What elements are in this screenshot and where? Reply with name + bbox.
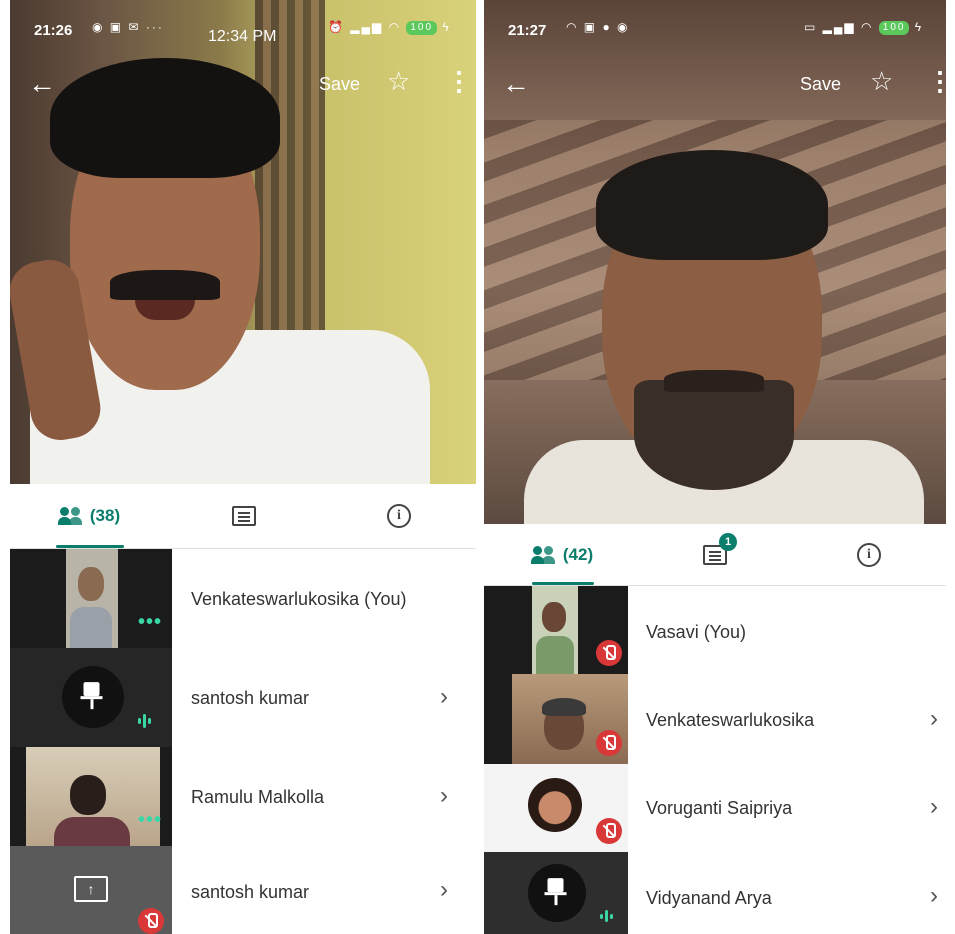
info-icon: i bbox=[857, 542, 881, 567]
top-action-bar: ← Save ☆ ⋮ bbox=[484, 64, 946, 104]
status-time: 21:27 bbox=[508, 22, 547, 39]
more-vert-icon[interactable]: ⋮ bbox=[446, 66, 472, 97]
audio-level-icon bbox=[600, 910, 613, 922]
participant-thumbnail: ••• bbox=[10, 549, 172, 648]
avatar bbox=[528, 778, 582, 832]
participant-name: Venkateswarlukosika (You) bbox=[191, 589, 407, 609]
people-count: (38) bbox=[89, 506, 121, 525]
star-icon[interactable]: ☆ bbox=[387, 66, 410, 97]
right-phone-screen: 21:27 ◠ ▣ ● ◉ ▭ ▂▄▆ ◠ 100 ϟ ← Save ☆ ⋮ (… bbox=[484, 0, 946, 934]
participant-thumbnail bbox=[484, 586, 628, 674]
present-icon: ↑ bbox=[74, 876, 108, 902]
tab-bar: (42) 1 i bbox=[484, 524, 946, 586]
active-tab-indicator bbox=[56, 545, 124, 548]
audio-level-icon bbox=[138, 714, 151, 728]
status-clock: 12:34 PM bbox=[208, 28, 277, 45]
tab-chat[interactable]: 1 bbox=[638, 524, 792, 585]
active-tab-indicator bbox=[532, 582, 594, 585]
chat-icon bbox=[232, 506, 256, 526]
signal-wifi-icons: ▭ ▂▄▆ ◠ 100 ϟ bbox=[804, 20, 924, 35]
speaking-dots-icon: ••• bbox=[138, 809, 163, 831]
chevron-right-icon[interactable]: › bbox=[440, 683, 448, 711]
more-vert-icon[interactable]: ⋮ bbox=[927, 66, 946, 97]
notification-icons: ◉ ▣ ✉ ··· bbox=[92, 20, 164, 34]
participant-row[interactable]: Voruganti Saipriya › bbox=[484, 764, 946, 852]
main-video-feed: 21:27 ◠ ▣ ● ◉ ▭ ▂▄▆ ◠ 100 ϟ ← Save ☆ ⋮ bbox=[484, 0, 946, 524]
notification-icons: ◠ ▣ ● ◉ bbox=[566, 20, 630, 34]
back-arrow-icon[interactable]: ← bbox=[28, 64, 56, 104]
people-count: (42) bbox=[562, 544, 594, 564]
participant-thumbnail: ↑ bbox=[10, 846, 172, 934]
participant-name: santosh kumar bbox=[191, 882, 310, 902]
main-video-feed: 21:26 ◉ ▣ ✉ ··· 12:34 PM ⏰ ▂▄▆ ◠ 100 ϟ ←… bbox=[10, 0, 476, 484]
tab-bar: (38) i bbox=[10, 484, 476, 549]
left-phone-screen: 21:26 ◉ ▣ ✉ ··· 12:34 PM ⏰ ▂▄▆ ◠ 100 ϟ ←… bbox=[10, 0, 476, 934]
chat-unread-badge: 1 bbox=[719, 532, 737, 551]
pin-icon bbox=[62, 666, 124, 728]
chevron-right-icon[interactable]: › bbox=[440, 782, 448, 810]
star-icon[interactable]: ☆ bbox=[870, 66, 893, 97]
chevron-right-icon[interactable]: › bbox=[930, 882, 938, 910]
tab-info[interactable]: i bbox=[792, 524, 946, 585]
participant-row[interactable]: Vidyanand Arya › bbox=[484, 852, 946, 934]
participant-row[interactable]: santosh kumar › bbox=[10, 648, 476, 747]
status-bar: 21:27 ◠ ▣ ● ◉ ▭ ▂▄▆ ◠ 100 ϟ bbox=[484, 0, 946, 39]
people-icon bbox=[529, 545, 557, 564]
chevron-right-icon[interactable]: › bbox=[930, 793, 938, 821]
participant-thumbnail bbox=[484, 764, 628, 852]
participant-thumbnail: ••• bbox=[10, 747, 172, 846]
mic-off-icon bbox=[596, 730, 622, 756]
tab-people[interactable]: (38) bbox=[10, 484, 166, 548]
top-action-bar: ← Save ☆ ⋮ bbox=[10, 64, 476, 104]
participant-name: Voruganti Saipriya bbox=[646, 798, 793, 818]
participant-row[interactable]: ↑ santosh kumar › bbox=[10, 846, 476, 934]
participant-name: Ramulu Malkolla bbox=[191, 787, 325, 807]
speaker-off-icon bbox=[138, 908, 164, 934]
status-time: 21:26 bbox=[34, 22, 73, 39]
battery-icon: 100 bbox=[406, 20, 438, 35]
signal-wifi-icons: ⏰ ▂▄▆ ◠ 100 ϟ bbox=[328, 20, 451, 35]
mic-off-icon bbox=[596, 818, 622, 844]
chevron-right-icon[interactable]: › bbox=[440, 876, 448, 904]
info-icon: i bbox=[387, 504, 411, 528]
save-button[interactable]: Save bbox=[800, 74, 841, 95]
participant-name: Vidyanand Arya bbox=[646, 888, 772, 908]
participant-row[interactable]: Venkateswarlukosika › bbox=[484, 674, 946, 764]
participant-row[interactable]: Vasavi (You) bbox=[484, 586, 946, 674]
participant-thumbnail bbox=[484, 852, 628, 934]
status-bar: 21:26 ◉ ▣ ✉ ··· 12:34 PM ⏰ ▂▄▆ ◠ 100 ϟ bbox=[10, 0, 476, 45]
participant-thumbnail bbox=[484, 674, 628, 764]
mic-off-icon bbox=[596, 640, 622, 666]
save-button[interactable]: Save bbox=[319, 74, 360, 95]
battery-icon: 100 bbox=[878, 20, 910, 35]
speaking-dots-icon: ••• bbox=[138, 611, 163, 633]
people-icon bbox=[56, 507, 84, 525]
participant-name: santosh kumar bbox=[191, 688, 310, 708]
pin-icon bbox=[528, 864, 586, 922]
participant-name: Vasavi (You) bbox=[646, 622, 747, 642]
tab-chat[interactable] bbox=[166, 484, 322, 548]
participant-thumbnail bbox=[10, 648, 172, 747]
chevron-right-icon[interactable]: › bbox=[930, 705, 938, 733]
back-arrow-icon[interactable]: ← bbox=[502, 64, 530, 104]
tab-people[interactable]: (42) bbox=[484, 524, 638, 585]
participant-row[interactable]: ••• Venkateswarlukosika (You) bbox=[10, 549, 476, 648]
participant-row[interactable]: ••• Ramulu Malkolla › bbox=[10, 747, 476, 846]
participant-name: Venkateswarlukosika bbox=[646, 710, 815, 730]
tab-info[interactable]: i bbox=[322, 484, 476, 548]
